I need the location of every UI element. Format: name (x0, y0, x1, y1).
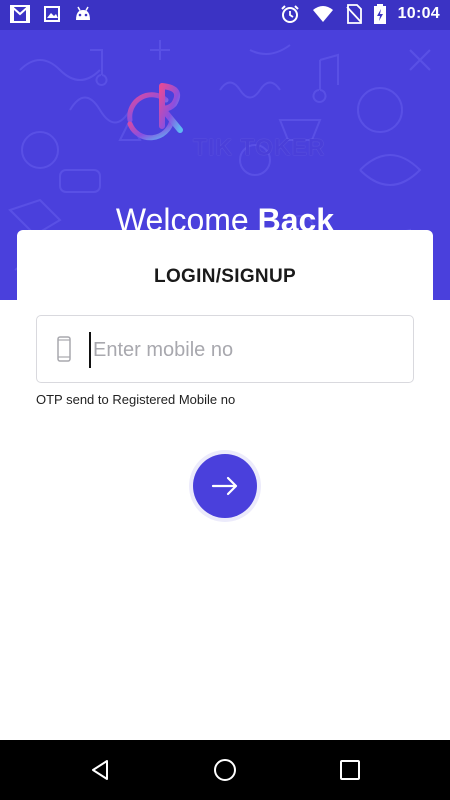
status-bar: 10:04 (0, 0, 450, 30)
mobile-field[interactable] (36, 315, 414, 383)
recents-icon[interactable] (338, 758, 362, 782)
mobile-input[interactable] (89, 332, 405, 368)
login-card (17, 230, 433, 300)
otp-hint: OTP send to Registered Mobile no (36, 392, 236, 407)
battery-charging-icon (373, 4, 386, 24)
card-title: LOGIN/SIGNUP (154, 266, 296, 287)
app-logo (127, 83, 183, 141)
clock-time: 10:04 (397, 5, 440, 22)
home-icon[interactable] (213, 758, 237, 782)
alarm-icon (280, 5, 299, 23)
no-sim-icon (345, 4, 362, 24)
back-icon[interactable] (88, 758, 112, 782)
mobile-phone-icon (57, 336, 71, 362)
next-button-circle[interactable] (193, 454, 257, 518)
arrow-right-icon (211, 476, 238, 496)
gmail-icon (10, 5, 30, 23)
image-icon (44, 6, 60, 22)
wifi-icon (312, 6, 333, 22)
next-button[interactable] (189, 450, 261, 522)
android-icon (76, 6, 90, 20)
brand-name: TIK TOKER (193, 134, 326, 160)
navigation-bar (0, 740, 450, 800)
